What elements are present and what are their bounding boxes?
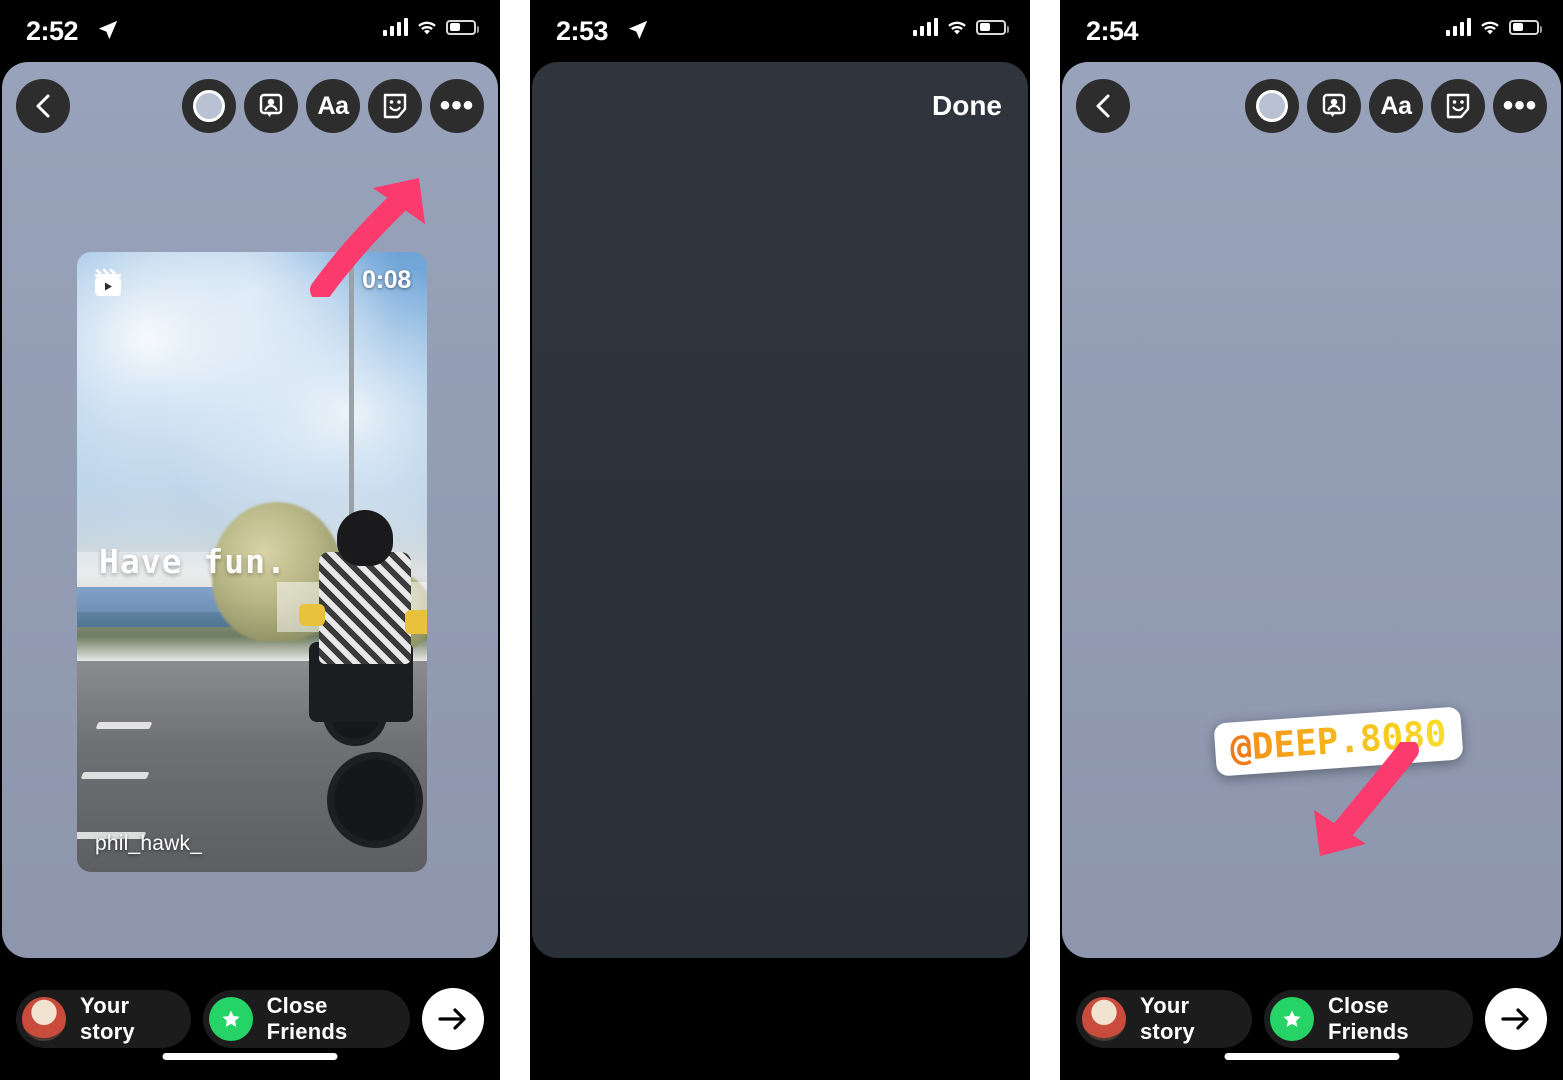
arrow-right-icon: [1501, 1008, 1529, 1030]
wifi-icon: [948, 21, 966, 34]
back-button[interactable]: [1076, 79, 1130, 133]
send-button[interactable]: [422, 988, 484, 1050]
draw-circle-icon[interactable]: [1245, 79, 1299, 133]
sticker-smiley-icon[interactable]: [368, 79, 422, 133]
phone-panel-mention-placed: 2:54 Aa ••• @ DEEP.8080 Your story Close…: [1060, 0, 1563, 1080]
story-editor-canvas[interactable]: Aa •••: [2, 62, 498, 958]
editor-tools: Aa •••: [182, 79, 484, 133]
home-indicator: [1224, 1053, 1399, 1060]
mention-at-symbol: @: [1228, 727, 1254, 770]
status-bar: 2:52: [0, 0, 500, 62]
back-chevron-icon: [36, 94, 50, 118]
more-dots-icon[interactable]: •••: [1493, 79, 1547, 133]
home-indicator: [162, 1053, 338, 1060]
more-dots-icon[interactable]: •••: [430, 79, 484, 133]
editor-toolbar: Aa •••: [1062, 74, 1561, 138]
editor-toolbar: Done: [532, 74, 1028, 138]
mention-card-icon[interactable]: [1307, 79, 1361, 133]
your-story-label: Your story: [1140, 993, 1195, 1044]
sticker-glyph: [383, 93, 407, 119]
editor-toolbar: Aa •••: [2, 74, 498, 138]
close-friends-button[interactable]: Close Friends: [1263, 990, 1473, 1048]
location-arrow-icon: [98, 20, 118, 40]
close-friends-label: Close Friends: [1327, 993, 1409, 1044]
status-indicators: [912, 18, 1009, 36]
arrow-right-icon: [438, 1008, 466, 1030]
reel-username: phil_hawk_: [95, 832, 203, 855]
status-indicators: [1445, 18, 1542, 36]
send-button[interactable]: [1485, 988, 1547, 1050]
star-glyph: [221, 1010, 240, 1027]
avatar: [1082, 997, 1126, 1041]
cellular-bars-icon: [912, 18, 938, 36]
story-text-overlay[interactable]: Have fun.: [99, 542, 287, 581]
battery-icon: [1509, 19, 1542, 35]
status-time: 2:52: [26, 16, 79, 46]
star-icon: [1269, 997, 1314, 1041]
story-editor-canvas-dimmed[interactable]: Done: [532, 62, 1028, 958]
battery-icon: [446, 19, 479, 35]
cellular-bars-icon: [1445, 18, 1471, 36]
text-tool-label: Aa: [1380, 91, 1412, 120]
reel-clapper-icon: [95, 268, 121, 296]
phone-panel-mention-typing: 2:53 Done: [530, 0, 1030, 1080]
status-bar: 2:53: [530, 0, 1030, 62]
location-arrow-icon: [628, 20, 648, 40]
sticker-smiley-icon[interactable]: [1431, 79, 1485, 133]
your-story-button[interactable]: Your story: [1076, 990, 1252, 1048]
done-button[interactable]: Done: [932, 90, 1014, 122]
battery-icon: [976, 19, 1009, 35]
mention-card-icon[interactable]: [244, 79, 298, 133]
editor-tools: Aa •••: [1245, 79, 1547, 133]
share-bar: Your story Close Friends: [0, 958, 500, 1080]
status-indicators: [382, 18, 479, 36]
star-glyph: [1283, 1010, 1301, 1027]
wifi-icon: [418, 21, 436, 34]
text-aa-icon[interactable]: Aa: [1369, 79, 1423, 133]
mention-text: DEEP.8080: [1250, 713, 1448, 768]
mention-card-glyph: [1322, 93, 1346, 117]
mention-card-glyph: [259, 93, 283, 117]
more-label: •••: [1502, 89, 1538, 122]
close-friends-label: Close Friends: [266, 993, 348, 1044]
reel-duration: 0:08: [362, 266, 411, 294]
draw-circle-icon[interactable]: [182, 79, 236, 133]
share-bar: Your story Close Friends: [1060, 958, 1563, 1080]
sticker-glyph: [1446, 93, 1470, 119]
star-icon: [208, 997, 253, 1041]
three-panel-screenshot: 2:52 Aa ••• 0:08 Have fun. phil_hawk_ Yo…: [0, 0, 1563, 1080]
avatar: [22, 997, 66, 1041]
close-friends-button[interactable]: Close Friends: [202, 990, 410, 1048]
phone-panel-compose: 2:52 Aa ••• 0:08 Have fun. phil_hawk_ Yo…: [0, 0, 500, 1080]
back-button[interactable]: [16, 79, 70, 133]
text-tool-label: Aa: [317, 91, 349, 120]
your-story-label: Your story: [80, 993, 135, 1044]
your-story-button[interactable]: Your story: [16, 990, 191, 1048]
status-bar: 2:54: [1060, 0, 1563, 62]
back-chevron-icon: [1096, 94, 1110, 118]
mention-sticker[interactable]: @ DEEP.8080: [1213, 706, 1464, 777]
cellular-bars-icon: [382, 18, 408, 36]
story-editor-canvas[interactable]: Aa •••: [1062, 62, 1561, 958]
more-label: •••: [439, 89, 475, 122]
status-time: 2:53: [556, 16, 609, 46]
wifi-icon: [1481, 21, 1499, 34]
text-aa-icon[interactable]: Aa: [306, 79, 360, 133]
reel-preview-card[interactable]: 0:08 Have fun. phil_hawk_: [77, 252, 427, 872]
status-time: 2:54: [1086, 16, 1139, 46]
